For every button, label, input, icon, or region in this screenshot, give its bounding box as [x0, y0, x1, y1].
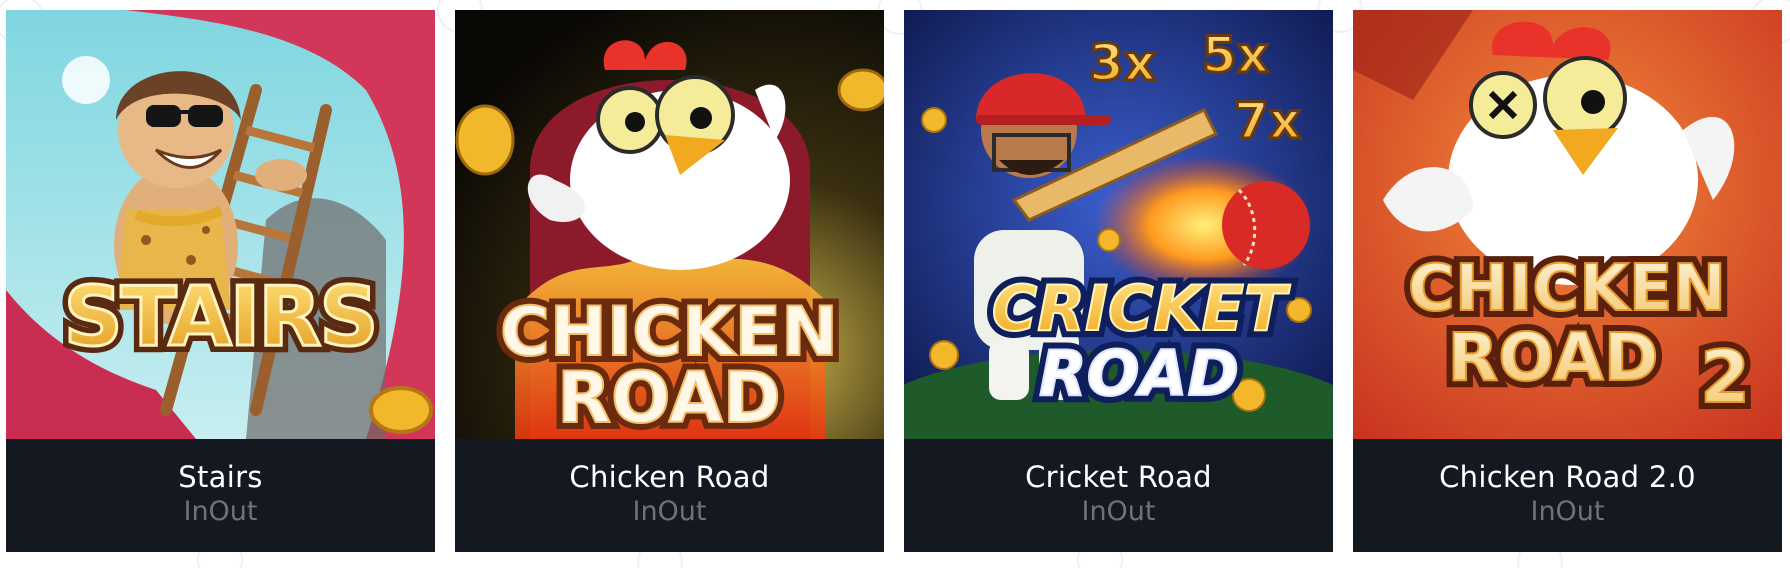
game-provider: InOut	[183, 495, 258, 527]
stairs-logo-text: STAIRS	[64, 270, 377, 365]
multiplier-7x: 7x	[1234, 92, 1301, 150]
game-title: Stairs	[178, 459, 263, 494]
game-provider: InOut	[1530, 495, 1605, 527]
game-card-cricket-road[interactable]: 3x 5x 7x CRICKET CRICKET ROAD ROAD Crick…	[904, 10, 1333, 552]
game-provider: InOut	[632, 495, 707, 527]
chicken-road-2-logo-number: 2	[1700, 335, 1750, 419]
game-card-stairs[interactable]: STAIRS STAIRS Stairs InOut	[6, 10, 435, 552]
game-card-info: Cricket Road InOut	[904, 439, 1333, 552]
game-card-chicken-road-2[interactable]: CHICKEN CHICKEN ROAD ROAD 2 2 Chicken Ro…	[1353, 10, 1782, 552]
game-provider: InOut	[1081, 495, 1156, 527]
game-grid: STAIRS STAIRS Stairs InOut CHICKEN CHICK…	[6, 10, 1782, 552]
chicken-road-thumbnail[interactable]: CHICKEN CHICKEN ROAD ROAD	[455, 10, 884, 439]
game-title: Cricket Road	[1025, 459, 1212, 494]
game-title: Chicken Road	[569, 459, 770, 494]
game-card-chicken-road[interactable]: CHICKEN CHICKEN ROAD ROAD Chicken Road I…	[455, 10, 884, 552]
chicken-road-2-logo-line1: CHICKEN	[1408, 252, 1726, 326]
game-title: Chicken Road 2.0	[1439, 459, 1696, 494]
chicken-road-logo-line2: ROAD	[557, 357, 781, 439]
cricket-road-thumbnail[interactable]: 3x 5x 7x CRICKET CRICKET ROAD ROAD	[904, 10, 1333, 439]
cricket-road-logo-line1: CRICKET	[992, 272, 1291, 345]
chicken-road-2-logo-line2: ROAD	[1447, 319, 1658, 396]
game-card-info: Chicken Road InOut	[455, 439, 884, 552]
multiplier-5x: 5x	[1202, 26, 1269, 84]
caveman-stairs-thumbnail[interactable]: STAIRS STAIRS	[6, 10, 435, 439]
chicken-road-2-thumbnail[interactable]: CHICKEN CHICKEN ROAD ROAD 2 2	[1353, 10, 1782, 439]
game-card-info: Chicken Road 2.0 InOut	[1353, 439, 1782, 552]
multiplier-3x: 3x	[1089, 34, 1156, 92]
game-card-info: Stairs InOut	[6, 439, 435, 552]
cricket-road-logo-line2: ROAD	[1039, 337, 1239, 410]
